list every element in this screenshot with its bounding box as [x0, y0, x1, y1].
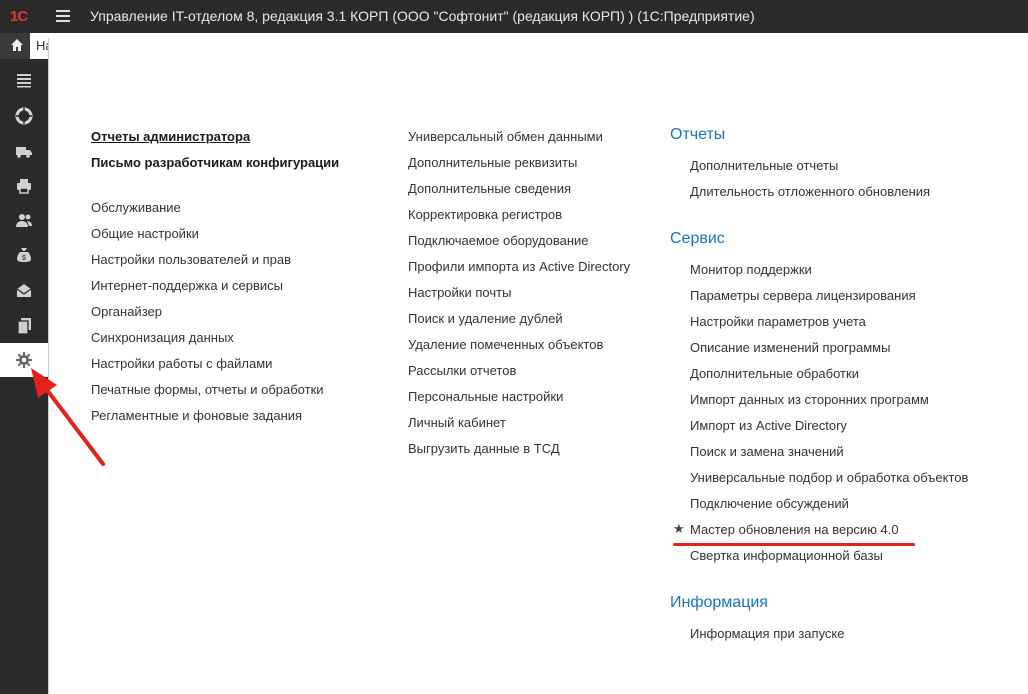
- printer-icon[interactable]: [0, 169, 48, 203]
- mail-icon[interactable]: [0, 274, 48, 308]
- link-universal-selection[interactable]: Универсальные подбор и обработка объекто…: [690, 470, 968, 485]
- star-icon[interactable]: ★: [673, 521, 685, 537]
- money-bag-icon[interactable]: $: [0, 238, 48, 272]
- link-import-third-party[interactable]: Импорт данных из сторонних программ: [690, 392, 929, 407]
- link-support-monitor[interactable]: Монитор поддержки: [690, 262, 812, 277]
- link-update-wizard[interactable]: Мастер обновления на версию 4.0: [690, 522, 899, 537]
- link-internet-support[interactable]: Интернет-поддержка и сервисы: [91, 278, 283, 293]
- link-data-sync[interactable]: Синхронизация данных: [91, 330, 234, 345]
- link-peripheral-equipment[interactable]: Подключаемое оборудование: [408, 233, 589, 248]
- title-bar: 1С Управление IT-отделом 8, редакция 3.1…: [0, 0, 1028, 33]
- lifebuoy-icon[interactable]: [0, 99, 48, 133]
- link-scheduled-jobs[interactable]: Регламентные и фоновые задания: [91, 408, 302, 423]
- users-icon[interactable]: [0, 203, 48, 237]
- gear-icon[interactable]: [0, 343, 48, 377]
- link-export-tsd[interactable]: Выгрузить данные в ТСД: [408, 441, 560, 456]
- link-startup-info[interactable]: Информация при запуске: [690, 626, 845, 641]
- app-logo[interactable]: 1С: [10, 8, 42, 26]
- link-deferred-update-duration[interactable]: Длительность отложенного обновления: [690, 184, 930, 199]
- tab-home[interactable]: На: [30, 33, 48, 59]
- truck-icon[interactable]: [0, 134, 48, 168]
- link-import-ad[interactable]: Импорт из Active Directory: [690, 418, 847, 433]
- link-print-forms[interactable]: Печатные формы, отчеты и обработки: [91, 382, 324, 397]
- section-header-service: Сервис: [670, 230, 725, 247]
- link-additional-processors[interactable]: Дополнительные обработки: [690, 366, 859, 381]
- link-additional-attributes[interactable]: Дополнительные реквизиты: [408, 155, 577, 170]
- section-header-info: Информация: [670, 594, 768, 611]
- link-maintenance[interactable]: Обслуживание: [91, 200, 181, 215]
- link-find-replace[interactable]: Поиск и замена значений: [690, 444, 844, 459]
- window-title: Управление IT-отделом 8, редакция 3.1 КО…: [90, 8, 755, 24]
- documents-icon[interactable]: [0, 309, 48, 343]
- home-icon: [11, 39, 23, 51]
- link-personal-account[interactable]: Личный кабинет: [408, 415, 506, 430]
- link-mail-settings[interactable]: Настройки почты: [408, 285, 511, 300]
- highlight-underline: [673, 543, 915, 546]
- menu-lines-icon[interactable]: [0, 63, 48, 97]
- link-ad-import-profiles[interactable]: Профили импорта из Active Directory: [408, 259, 630, 274]
- link-delete-marked[interactable]: Удаление помеченных объектов: [408, 337, 603, 352]
- link-personal-settings[interactable]: Персональные настройки: [408, 389, 563, 404]
- link-accounting-parameters[interactable]: Настройки параметров учета: [690, 314, 866, 329]
- link-register-correction[interactable]: Корректировка регистров: [408, 207, 562, 222]
- link-user-settings[interactable]: Настройки пользователей и прав: [91, 252, 291, 267]
- link-additional-info[interactable]: Дополнительные сведения: [408, 181, 571, 196]
- link-license-server[interactable]: Параметры сервера лицензирования: [690, 288, 916, 303]
- link-changes-description[interactable]: Описание изменений программы: [690, 340, 890, 355]
- settings-panel: Отчеты администратора Письмо разработчик…: [48, 38, 1028, 694]
- link-additional-reports[interactable]: Дополнительные отчеты: [690, 158, 838, 173]
- main-menu-icon[interactable]: [56, 10, 70, 22]
- link-report-mailing[interactable]: Рассылки отчетов: [408, 363, 516, 378]
- link-organizer[interactable]: Органайзер: [91, 304, 162, 319]
- link-general-settings[interactable]: Общие настройки: [91, 226, 199, 241]
- link-discussions[interactable]: Подключение обсуждений: [690, 496, 849, 511]
- svg-text:$: $: [22, 255, 26, 262]
- link-universal-exchange[interactable]: Универсальный обмен данными: [408, 129, 603, 144]
- link-duplicates[interactable]: Поиск и удаление дублей: [408, 311, 563, 326]
- link-infobase-collapse[interactable]: Свертка информационной базы: [690, 548, 883, 563]
- link-admin-reports[interactable]: Отчеты администратора: [91, 129, 250, 144]
- section-header-reports: Отчеты: [670, 126, 726, 143]
- link-developer-letter[interactable]: Письмо разработчикам конфигурации: [91, 155, 339, 170]
- link-file-settings[interactable]: Настройки работы с файлами: [91, 356, 272, 371]
